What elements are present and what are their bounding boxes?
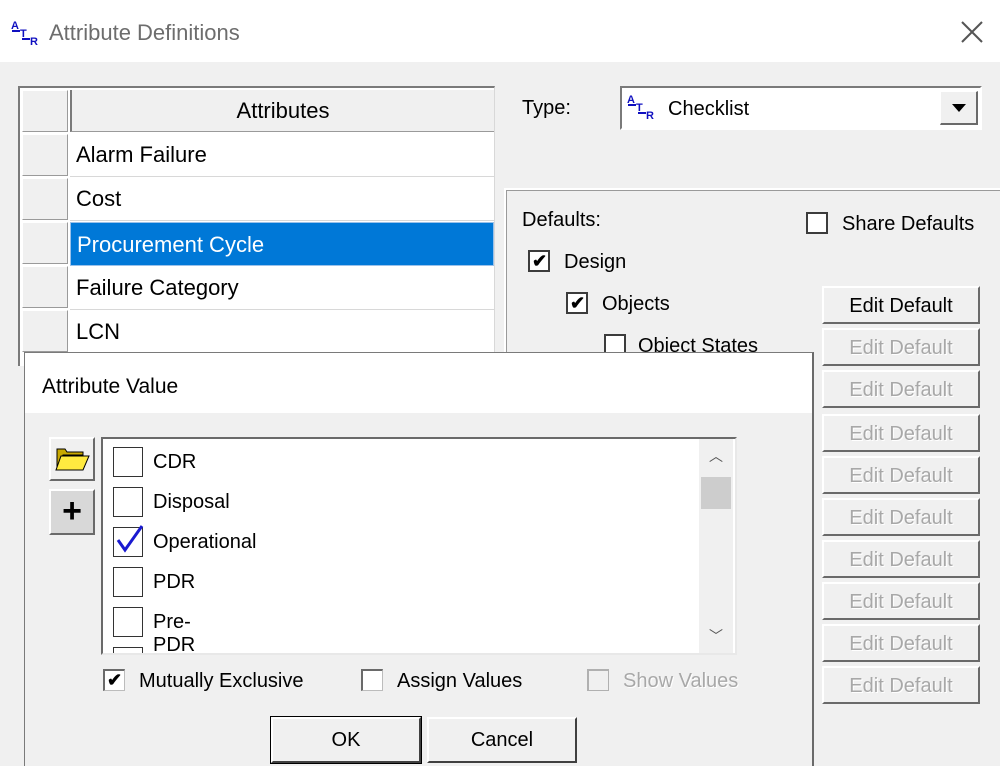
mutually-exclusive-checkbox[interactable]: ✔ [103, 669, 125, 691]
show-values-label: Show Values [623, 670, 739, 692]
attributes-column-header[interactable]: Attributes [70, 90, 494, 132]
title-bar: A T R Attribute Definitions [0, 6, 1000, 62]
edit-default-button[interactable]: Edit Default [822, 540, 980, 578]
attribute-row-cost[interactable]: Cost [70, 177, 494, 221]
edit-default-button[interactable]: Edit Default [822, 370, 980, 408]
scrollbar[interactable]: ︿ ﹀ [699, 439, 733, 653]
edit-default-button[interactable]: Edit Default [822, 414, 980, 452]
row-header[interactable] [22, 310, 68, 352]
cancel-button[interactable]: Cancel [427, 717, 577, 763]
edit-default-button[interactable]: Edit Default [822, 328, 980, 366]
value-checkbox[interactable] [113, 567, 143, 597]
open-folder-button[interactable] [49, 437, 95, 481]
row-header[interactable] [22, 178, 68, 220]
attr-icon: A T R [626, 92, 662, 122]
check-icon: ✔ [532, 251, 548, 271]
design-label: Design [564, 251, 627, 273]
chevron-up-icon[interactable]: ︿ [699, 439, 733, 473]
value-checkbox[interactable] [113, 525, 144, 557]
svg-text:R: R [646, 110, 654, 122]
value-label: Operational [153, 531, 257, 553]
attribute-row-lcn[interactable]: LCN [70, 310, 494, 354]
attribute-row-alarm-failure[interactable]: Alarm Failure [70, 133, 494, 177]
share-defaults-checkbox[interactable] [806, 212, 828, 234]
assign-values-checkbox[interactable] [361, 669, 383, 691]
row-header[interactable] [22, 222, 68, 264]
partial-list-item [113, 647, 143, 653]
edit-default-button[interactable]: Edit Default [822, 624, 980, 662]
type-label: Type: [522, 97, 571, 119]
value-label: Disposal [153, 491, 230, 513]
add-value-button[interactable]: + [49, 489, 95, 535]
chevron-down-icon[interactable]: ﹀ [699, 619, 733, 653]
type-value: Checklist [668, 98, 750, 120]
attribute-row-failure-category[interactable]: Failure Category [70, 266, 494, 310]
window-title: Attribute Definitions [49, 20, 240, 45]
ok-button[interactable]: OK [270, 716, 422, 764]
objects-label: Objects [602, 293, 670, 315]
design-checkbox[interactable]: ✔ [528, 250, 550, 272]
assign-values-label: Assign Values [397, 670, 523, 692]
edit-default-button[interactable]: Edit Default [822, 456, 980, 494]
value-label: CDR [153, 451, 197, 473]
edit-default-button[interactable]: Edit Default [822, 666, 980, 704]
folder-open-icon [55, 448, 90, 471]
corner-header [22, 90, 68, 132]
value-checkbox[interactable] [113, 487, 143, 517]
attributes-table: Attributes Alarm Failure Cost Procuremen… [18, 86, 495, 366]
row-header[interactable] [22, 266, 68, 308]
check-icon: ✔ [107, 670, 123, 690]
close-icon[interactable] [958, 18, 986, 46]
value-label: Pre-PDR [153, 611, 196, 656]
value-checkbox[interactable] [113, 447, 143, 477]
edit-default-button[interactable]: Edit Default [822, 498, 980, 536]
dialog-title: Attribute Value [42, 375, 179, 398]
value-checkbox[interactable] [113, 607, 143, 637]
svg-text:R: R [30, 36, 38, 48]
objects-checkbox[interactable]: ✔ [566, 292, 588, 314]
check-icon [116, 525, 144, 553]
show-values-checkbox[interactable] [587, 669, 609, 691]
attr-icon: A T R [10, 18, 46, 48]
mutually-exclusive-label: Mutually Exclusive [139, 670, 304, 692]
edit-default-button[interactable]: Edit Default [822, 286, 980, 324]
defaults-label: Defaults: [522, 209, 601, 231]
check-icon: ✔ [570, 293, 586, 313]
edit-default-button[interactable]: Edit Default [822, 582, 980, 620]
type-select[interactable]: A T R Checklist [620, 86, 982, 130]
values-list[interactable]: CDR Disposal Operational PDR Pre-PDR ︿ ﹀ [101, 437, 737, 656]
value-label: PDR [153, 571, 196, 593]
attribute-value-dialog: Attribute Value + CDR Disposal Operation… [24, 352, 814, 766]
dialog-title-bar: Attribute Value [25, 353, 812, 413]
triangle-down-icon [952, 104, 966, 112]
share-defaults-label: Share Defaults [842, 213, 975, 235]
attribute-row-procurement-cycle[interactable]: Procurement Cycle [70, 222, 494, 266]
row-header[interactable] [22, 134, 68, 176]
dropdown-button[interactable] [940, 91, 978, 125]
scrollbar-thumb[interactable] [701, 477, 731, 509]
